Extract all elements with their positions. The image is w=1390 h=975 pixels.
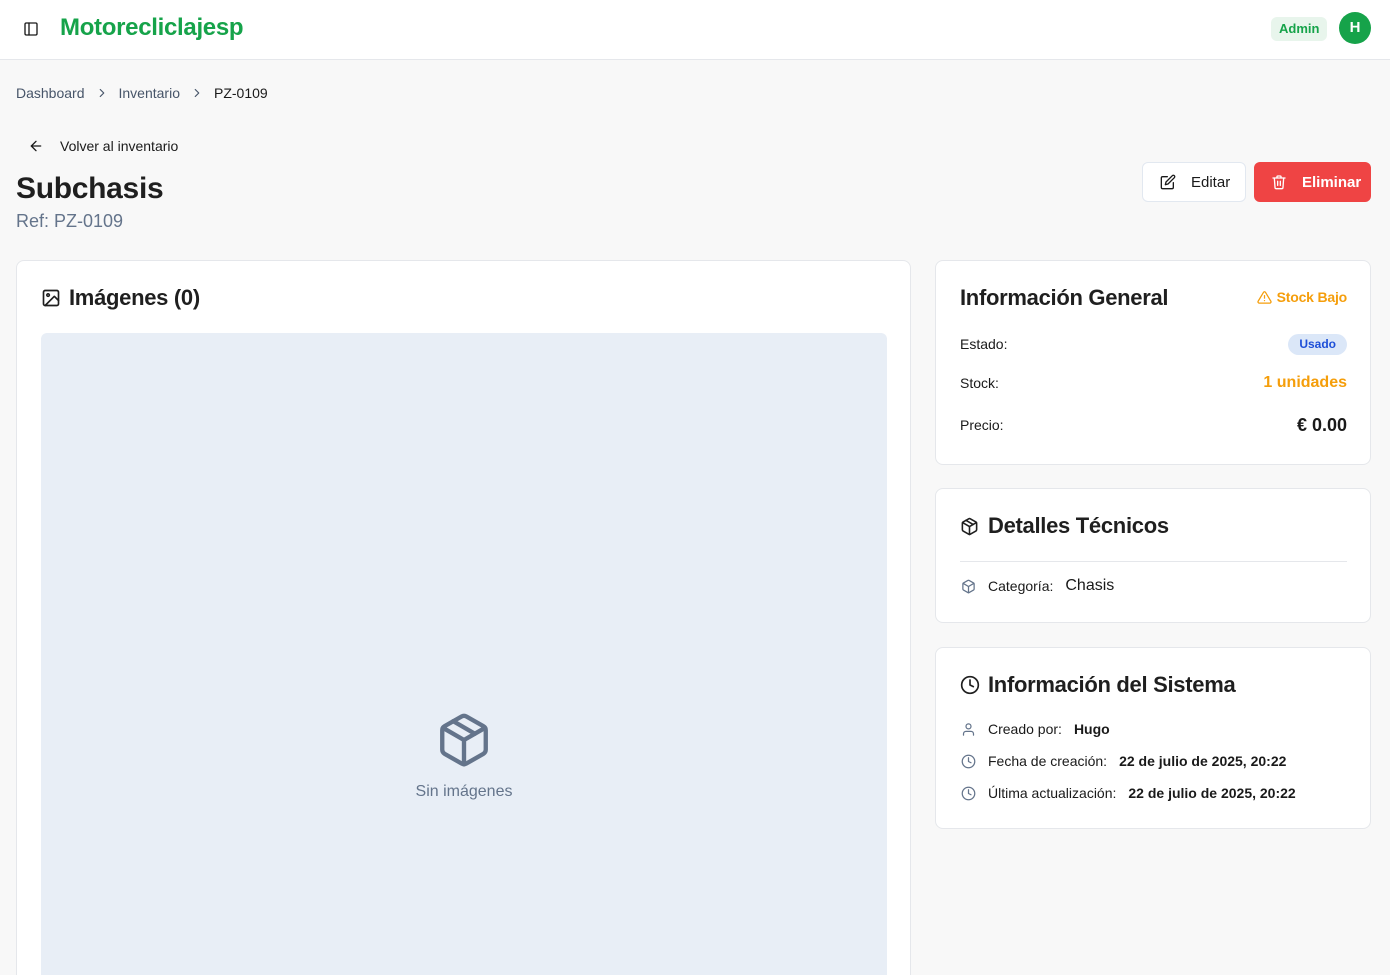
breadcrumb: Dashboard Inventario PZ-0109: [16, 85, 268, 101]
creado-row: Creado por: Hugo: [960, 721, 1110, 737]
categoria-label: Categoría:: [988, 578, 1054, 594]
brand-title[interactable]: Motorecliclajesp: [60, 14, 244, 42]
fecha-value: 22 de julio de 2025, 20:22: [1119, 753, 1287, 769]
actualizacion-value: 22 de julio de 2025, 20:22: [1128, 785, 1296, 801]
system-info-header: Información del Sistema: [960, 672, 1236, 698]
estado-label: Estado:: [960, 336, 1008, 352]
stock-value: 1 unidades: [1263, 374, 1347, 391]
actualizacion-row: Última actualización: 22 de julio de 202…: [960, 785, 1296, 801]
warning-triangle-icon: [1257, 289, 1273, 305]
stock-alert-badge: Stock Bajo: [1257, 289, 1347, 305]
stock-alert-label: Stock Bajo: [1276, 289, 1348, 305]
image-placeholder: Sin imágenes: [41, 333, 887, 975]
delete-button-label: Eliminar: [1302, 173, 1362, 191]
edit-button-label: Editar: [1191, 173, 1231, 191]
edit-button[interactable]: Editar: [1142, 162, 1246, 202]
general-info-card: Información General Stock Bajo Estado: U…: [935, 260, 1371, 465]
package-icon: [435, 709, 493, 771]
back-to-inventory-link[interactable]: Volver al inventario: [26, 136, 178, 156]
image-icon: [41, 288, 61, 308]
images-card: Imágenes (0) Sin imágenes: [16, 260, 911, 975]
system-info-card: Información del Sistema Creado por: Hugo…: [935, 647, 1371, 829]
stock-label: Stock:: [960, 375, 999, 391]
categoria-row: Categoría: Chasis: [960, 577, 1114, 595]
chevron-right-icon: [180, 86, 214, 100]
page-title: Subchasis: [16, 172, 164, 205]
estado-badge: Usado: [1288, 333, 1347, 355]
actualizacion-label: Última actualización:: [988, 785, 1117, 801]
divider: [960, 561, 1347, 562]
creado-label: Creado por:: [988, 721, 1062, 737]
role-badge: Admin: [1271, 17, 1328, 41]
breadcrumb-dashboard[interactable]: Dashboard: [16, 85, 85, 101]
package-icon: [960, 516, 980, 536]
estado-row: Estado: Usado: [960, 332, 1347, 356]
images-card-title: Imágenes (0): [69, 285, 200, 310]
arrow-left-icon: [26, 136, 46, 156]
edit-icon: [1159, 173, 1177, 191]
technical-details-card: Detalles Técnicos Categoría: Chasis: [935, 488, 1371, 623]
page-subtitle: Ref: PZ-0109: [16, 211, 124, 231]
precio-label: Precio:: [960, 417, 1004, 433]
trash-icon: [1270, 173, 1288, 191]
breadcrumb-inventario[interactable]: Inventario: [119, 85, 180, 101]
clock-icon: [960, 675, 980, 695]
package-icon: [960, 578, 976, 594]
fecha-row: Fecha de creación: 22 de julio de 2025, …: [960, 753, 1286, 769]
general-info-title: Información General: [960, 285, 1169, 310]
sidebar-toggle-icon[interactable]: [20, 18, 42, 40]
delete-button[interactable]: Eliminar: [1254, 162, 1371, 202]
technical-details-header: Detalles Técnicos: [960, 513, 1169, 539]
stock-row: Stock: 1 unidades: [960, 371, 1347, 395]
system-info-title: Información del Sistema: [988, 672, 1236, 697]
clock-icon: [960, 785, 976, 801]
chevron-right-icon: [85, 86, 119, 100]
back-link-label: Volver al inventario: [60, 138, 179, 154]
categoria-value: Chasis: [1065, 577, 1115, 594]
avatar[interactable]: H: [1339, 12, 1371, 44]
fecha-label: Fecha de creación:: [988, 753, 1108, 769]
user-icon: [960, 721, 976, 737]
empty-images-text: Sin imágenes: [415, 783, 513, 800]
breadcrumb-current: PZ-0109: [213, 85, 268, 101]
top-bar: Motorecliclajesp Admin H: [0, 0, 1390, 60]
technical-details-title: Detalles Técnicos: [988, 513, 1169, 538]
precio-value: € 0.00: [1296, 414, 1347, 435]
precio-row: Precio: € 0.00: [960, 413, 1347, 437]
creado-value: Hugo: [1073, 721, 1110, 737]
images-card-header: Imágenes (0): [41, 285, 200, 311]
clock-icon: [960, 753, 976, 769]
